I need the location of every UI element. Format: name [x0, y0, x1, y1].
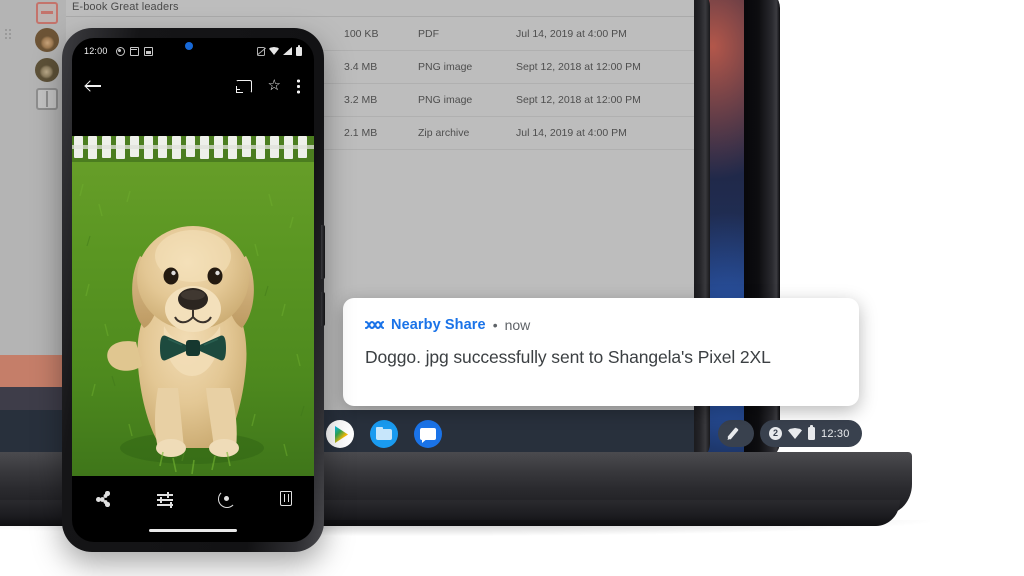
window-title: E-book Great leaders	[72, 1, 179, 13]
window-edge-bands	[0, 355, 66, 410]
cell-size: 3.2 MB	[344, 94, 378, 106]
stylus-button[interactable]	[718, 420, 754, 447]
phone-screen[interactable]: 12:00 ☆	[72, 38, 314, 542]
edge-band-salmon	[0, 355, 66, 387]
photo-viewer-toolbar[interactable]: ☆	[72, 64, 314, 108]
cell-type: PDF	[418, 28, 439, 40]
phone-clock: 12:00	[84, 46, 108, 56]
cell-date: Jul 14, 2019 at 4:00 PM	[516, 28, 627, 40]
android-phone: 12:00 ☆	[62, 28, 325, 552]
battery-icon[interactable]	[808, 425, 815, 440]
play-store-icon[interactable]	[326, 420, 354, 448]
cell-size: 3.4 MB	[344, 61, 378, 73]
cell-date: Sept 12, 2018 at 12:00 PM	[516, 61, 641, 73]
messages-app-icon[interactable]	[414, 420, 442, 448]
status-tray[interactable]: 2 12:30	[760, 420, 862, 447]
window-grip-handle[interactable]	[4, 28, 11, 40]
avatar[interactable]	[35, 28, 59, 52]
lens-icon[interactable]	[218, 490, 236, 508]
cast-icon[interactable]	[235, 79, 252, 93]
phone-volume-button[interactable]	[321, 292, 325, 326]
notification-separator: •	[492, 317, 498, 333]
mail-icon	[129, 46, 139, 56]
nearby-share-notification[interactable]: Nearby Share • now Doggo. jpg successful…	[343, 298, 859, 406]
avatar[interactable]	[35, 58, 59, 82]
vibrate-icon	[257, 46, 265, 56]
phone-power-button[interactable]	[321, 225, 325, 279]
screenshot-root: E-book Great leaders 100 KB PDF Jul 14, …	[0, 0, 1024, 576]
photo-action-bar[interactable]	[72, 476, 314, 542]
title-divider	[66, 16, 694, 17]
notification-app-name: Nearby Share	[391, 317, 486, 333]
cell-type: Zip archive	[418, 127, 470, 139]
delete-icon[interactable]	[280, 491, 292, 506]
cell-type: PNG image	[418, 61, 473, 73]
files-sidebar[interactable]	[0, 0, 66, 410]
notification-header: Nearby Share • now	[365, 316, 837, 334]
star-icon[interactable]: ☆	[268, 78, 281, 93]
cell-date: Jul 14, 2019 at 4:00 PM	[516, 127, 627, 139]
wifi-icon[interactable]	[788, 428, 802, 439]
phone-status-system-icons	[257, 44, 302, 56]
whatsapp-icon	[115, 46, 125, 56]
wifi-icon	[269, 47, 279, 55]
cell-size: 100 KB	[344, 28, 379, 40]
files-app-icon[interactable]	[370, 420, 398, 448]
home-gesture-bar[interactable]	[149, 528, 237, 532]
notification-body-text: Doggo. jpg successfully sent to Shangela…	[365, 347, 771, 367]
shelf-clock[interactable]: 12:30	[821, 428, 850, 440]
share-icon[interactable]	[94, 490, 112, 508]
signal-icon	[283, 47, 292, 55]
overflow-menu-icon[interactable]	[297, 78, 300, 94]
pdf-badge-icon[interactable]	[36, 2, 58, 24]
back-icon[interactable]	[86, 79, 102, 93]
toolbar-actions: ☆	[235, 78, 300, 94]
edge-band-dark	[0, 387, 66, 410]
split-panel-icon[interactable]	[36, 88, 58, 110]
phone-status-bar: 12:00	[72, 38, 314, 64]
phone-status-notification-icons	[115, 46, 153, 56]
tune-icon[interactable]	[156, 490, 174, 508]
photo-icon	[143, 46, 153, 56]
photo-image[interactable]	[72, 136, 314, 476]
battery-icon	[296, 44, 302, 56]
cell-size: 2.1 MB	[344, 127, 378, 139]
notification-timestamp: now	[504, 317, 531, 333]
pen-icon	[727, 427, 739, 440]
cell-date: Sept 12, 2018 at 12:00 PM	[516, 94, 641, 106]
notification-count-badge[interactable]: 2	[769, 427, 782, 440]
nearby-share-icon	[365, 320, 384, 330]
cell-type: PNG image	[418, 94, 473, 106]
